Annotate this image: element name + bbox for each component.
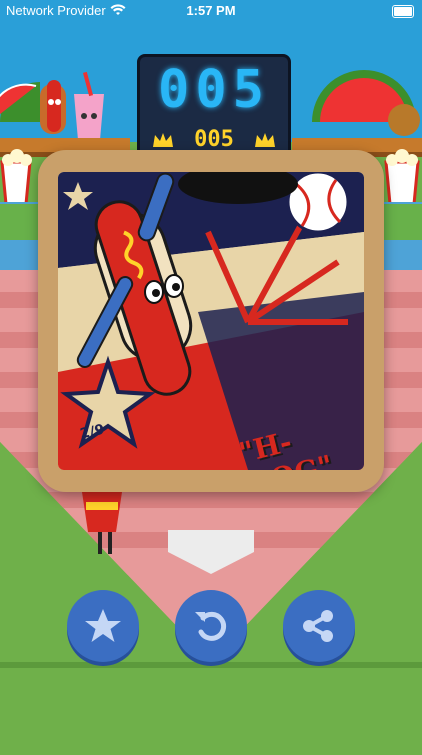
game-scene: 005 005 2/9 "H-DOG"	[0, 22, 422, 750]
battery-icon	[392, 5, 414, 18]
share-icon	[303, 610, 333, 642]
current-score: 005	[158, 60, 270, 120]
star-button[interactable]	[67, 590, 139, 662]
collectible-card: 2/9 "H-DOG"	[38, 150, 384, 492]
status-bar: Network Provider 1:57 PM	[0, 0, 422, 22]
star-icon	[85, 609, 121, 642]
replay-button[interactable]	[175, 590, 247, 662]
replay-icon	[195, 611, 227, 641]
clock: 1:57 PM	[186, 3, 236, 18]
crown-icon	[153, 133, 173, 147]
card-artwork: 2/9 "H-DOG"	[58, 172, 364, 470]
scoreboard: 005 005	[137, 54, 291, 164]
crown-icon	[255, 133, 275, 147]
share-button[interactable]	[283, 590, 355, 662]
